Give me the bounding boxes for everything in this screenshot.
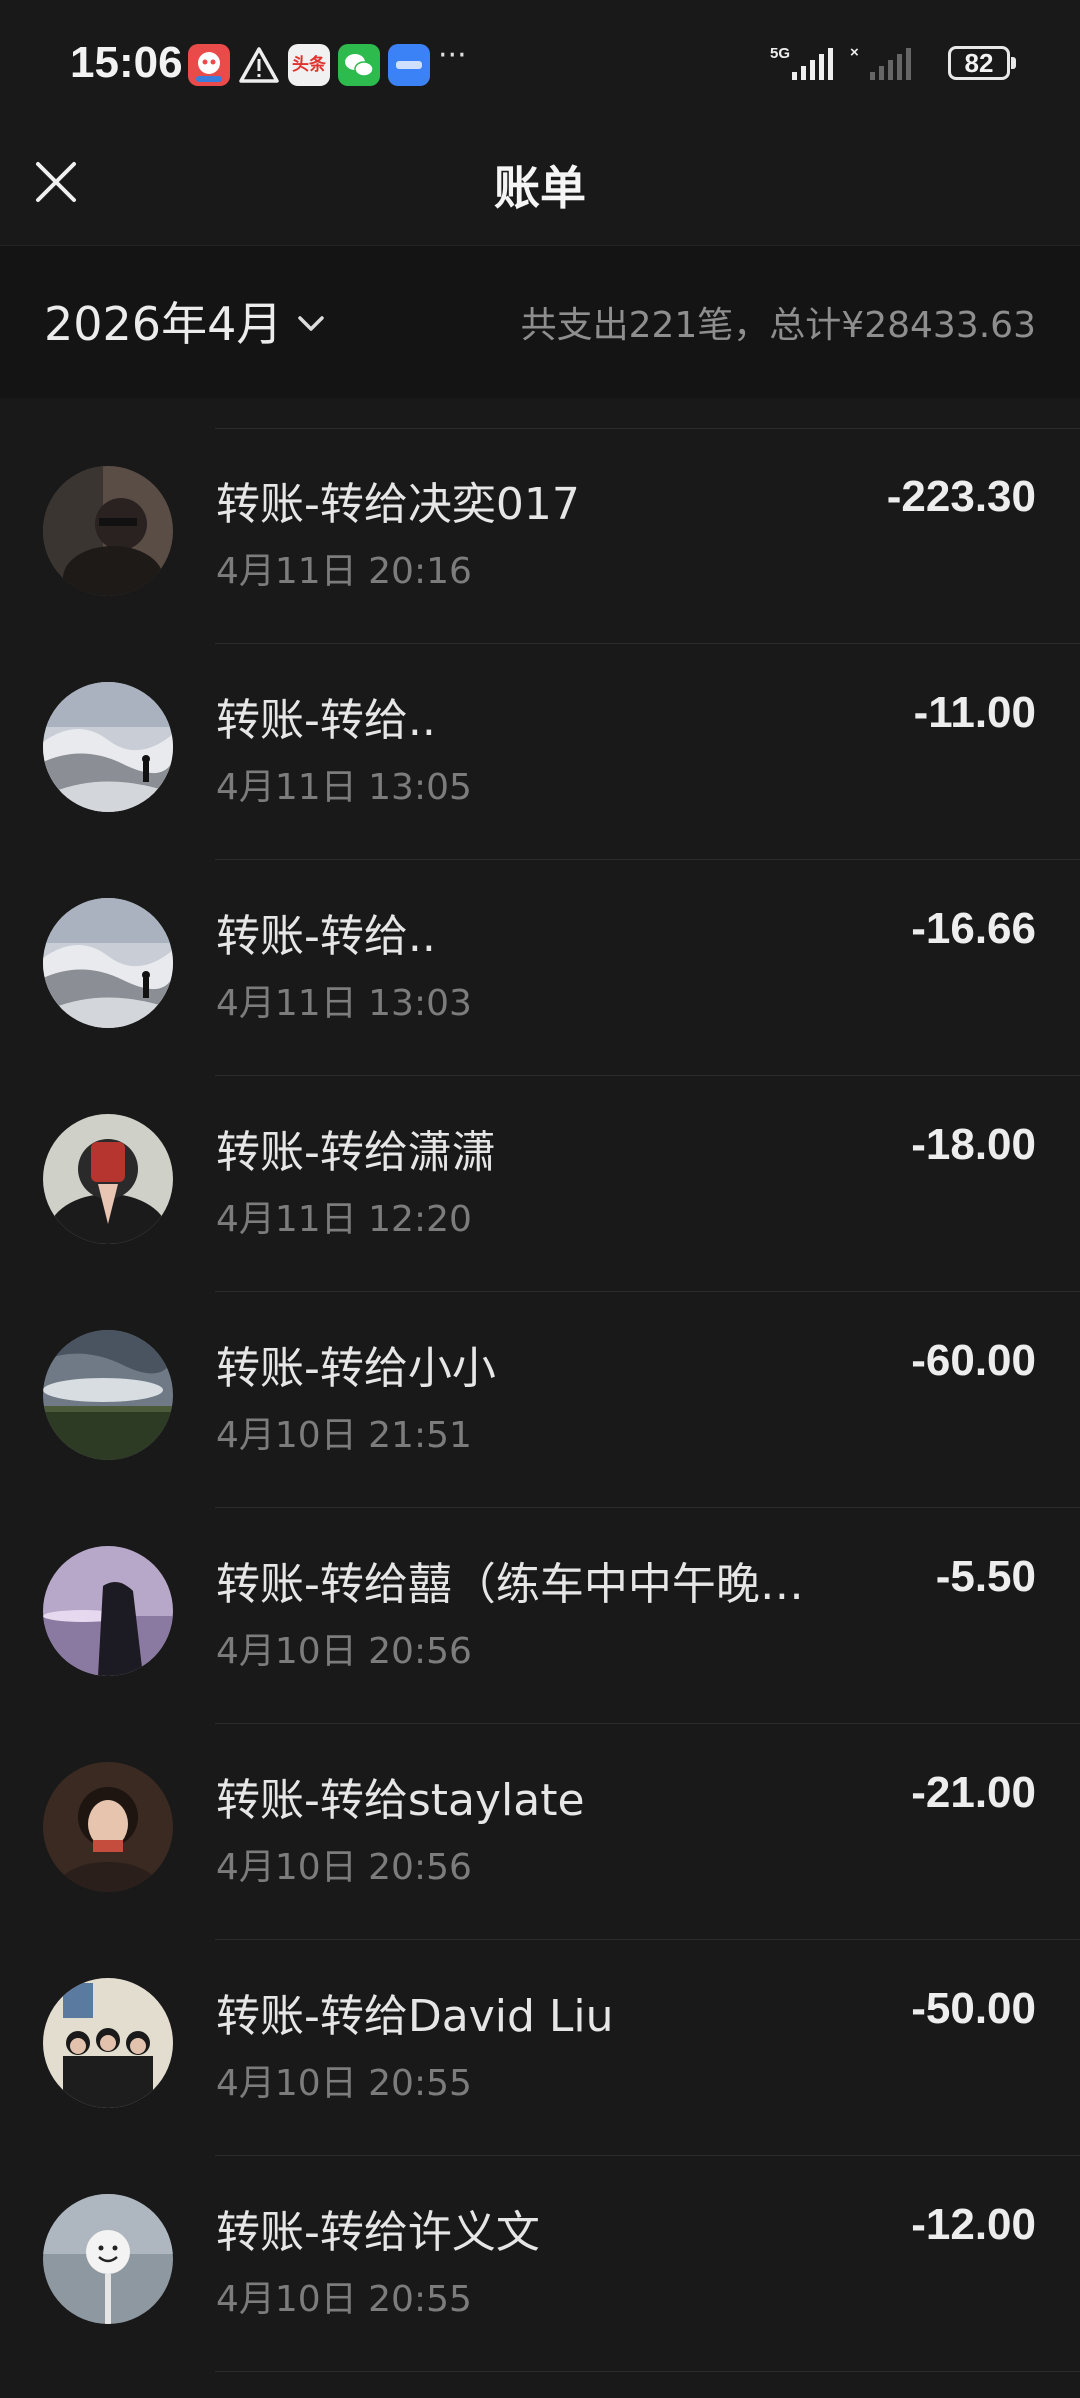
transaction-date: 4月10日 20:55 (216, 2279, 472, 2320)
avatar (43, 1114, 173, 1244)
page-header: 账单 (0, 130, 1080, 246)
transaction-amount: -11.00 (913, 688, 1036, 737)
transaction-row[interactable]: 转账-转给许义文 4月10日 20:55 -12.00 (0, 2156, 1080, 2372)
avatar (43, 466, 173, 596)
transaction-title: 转账-转给.. (216, 695, 436, 746)
transaction-amount: -5.50 (935, 1552, 1036, 1601)
toutiao-icon: 头条 (288, 44, 330, 86)
avatar (43, 1978, 173, 2108)
transaction-amount: -50.00 (911, 1984, 1036, 2033)
transaction-row[interactable]: 转账-转给小小 4月10日 21:51 -60.00 (0, 1292, 1080, 1508)
transaction-date: 4月10日 20:56 (216, 1631, 472, 1672)
alert-app-icon (188, 44, 230, 86)
avatar (43, 1762, 173, 1892)
transaction-row[interactable]: 转账-转给囍（练车中中午晚… 4月10日 20:56 -5.50 (0, 1508, 1080, 1724)
page-title: 账单 (494, 161, 586, 215)
signal-sim2-icon: × (850, 44, 911, 80)
transaction-date: 4月11日 20:16 (216, 551, 472, 592)
wechat-icon (338, 44, 380, 86)
transaction-title: 转账-转给潇潇 (216, 1127, 496, 1178)
avatar (43, 898, 173, 1028)
transaction-amount: -21.00 (911, 1768, 1036, 1817)
transaction-date: 4月10日 20:55 (216, 2063, 472, 2104)
work-app-icon (388, 44, 430, 86)
transaction-title: 转账-转给许义文 (216, 2207, 540, 2258)
transaction-date: 4月11日 13:03 (216, 983, 472, 1024)
transaction-amount: -60.00 (911, 1336, 1036, 1385)
avatar (43, 682, 173, 812)
transaction-row[interactable]: 转账-转给.. 4月11日 13:03 -16.66 (0, 860, 1080, 1076)
transaction-title: 转账-转给小小 (216, 1343, 496, 1394)
transaction-title: 转账-转给David Liu (216, 1991, 614, 2042)
transaction-title: 转账-转给囍（练车中中午晚… (216, 1559, 804, 1610)
transaction-row[interactable]: 转账-转给staylate 4月10日 20:56 -21.00 (0, 1724, 1080, 1940)
warning-icon (238, 44, 280, 86)
transaction-row[interactable]: 转账-转给David Liu 4月10日 20:55 -50.00 (0, 1940, 1080, 2156)
svg-text:5G: 5G (770, 45, 790, 62)
signal-5g-icon: 5G (770, 45, 833, 80)
battery-icon: 82 (948, 46, 1016, 80)
transaction-row[interactable]: 转账-转给决奕017 4月11日 20:16 -223.30 (0, 428, 1080, 644)
spending-summary: 共支出221笔，总计¥28433.63 (520, 305, 1036, 346)
transaction-row[interactable]: 转账-转给潇潇 4月11日 12:20 -18.00 (0, 1076, 1080, 1292)
more-notifications-icon: ··· (438, 38, 467, 73)
divider (215, 2371, 1080, 2372)
transaction-row[interactable]: 转账-转给.. 4月11日 13:05 -11.00 (0, 644, 1080, 860)
transaction-amount: -12.00 (911, 2200, 1036, 2249)
avatar (43, 1330, 173, 1460)
transaction-date: 4月10日 20:56 (216, 1847, 472, 1888)
status-bar: 15:06 头条 ··· 5G × 82 (0, 0, 1080, 130)
month-selector[interactable]: 2026年4月 (44, 288, 328, 354)
transaction-title: 转账-转给.. (216, 911, 436, 962)
transaction-date: 4月11日 12:20 (216, 1199, 472, 1240)
status-time: 15:06 (70, 38, 183, 87)
transaction-date: 4月10日 21:51 (216, 1415, 472, 1456)
filter-bar: 2026年4月 共支出221笔，总计¥28433.63 (0, 246, 1080, 398)
transaction-title: 转账-转给staylate (216, 1775, 585, 1826)
transaction-title: 转账-转给决奕017 (216, 479, 580, 530)
avatar (43, 2194, 173, 2324)
month-label: 2026年4月 (44, 297, 283, 351)
transaction-amount: -223.30 (886, 472, 1036, 521)
chevron-down-icon (298, 316, 325, 331)
avatar (43, 1546, 173, 1676)
transaction-date: 4月11日 13:05 (216, 767, 472, 808)
transaction-amount: -16.66 (911, 904, 1036, 953)
transaction-amount: -18.00 (911, 1120, 1036, 1169)
svg-text:×: × (850, 44, 859, 61)
